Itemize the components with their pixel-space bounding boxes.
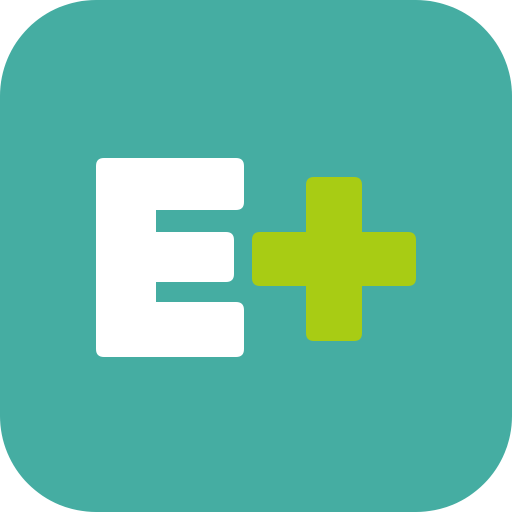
e-plus-logo-icon [96,158,416,357]
plus-shape [252,177,416,341]
app-icon[interactable] [0,0,512,512]
letter-e-shape [96,158,244,357]
